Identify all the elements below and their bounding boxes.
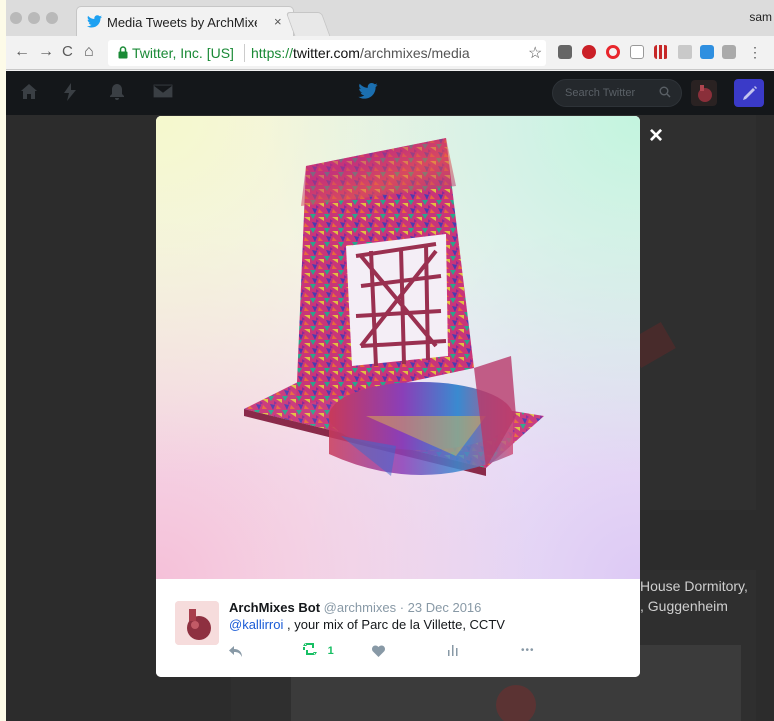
tweet-timestamp[interactable]: 23 Dec 2016 — [408, 600, 482, 615]
twitter-bird-icon — [87, 15, 102, 28]
browser-toolbar: ← → C ⌂ Twitter, Inc. [US] https://twitt… — [6, 36, 774, 70]
account-avatar[interactable] — [691, 80, 717, 106]
tweet-meta-separator: · — [396, 600, 408, 615]
url-separator — [244, 44, 245, 62]
pinterest-icon[interactable] — [582, 45, 596, 59]
close-modal-button[interactable]: × — [649, 124, 663, 148]
media-modal: ArchMixes Bot @archmixes · 23 Dec 2016 @… — [156, 116, 640, 677]
background-caption-line1: House Dormitory, — [640, 578, 748, 594]
robot-avatar-icon — [698, 85, 712, 102]
search-icon[interactable] — [659, 86, 671, 98]
opera-icon[interactable] — [606, 45, 620, 59]
page-icon[interactable] — [630, 45, 644, 59]
url-scheme: https:// — [251, 45, 294, 61]
text-extension-icon[interactable] — [558, 45, 572, 59]
menu-kebab-icon[interactable]: ⋮ — [748, 44, 762, 61]
drive-icon[interactable] — [678, 45, 692, 59]
reload-button[interactable]: C — [62, 43, 73, 60]
tweet-author-avatar[interactable] — [175, 601, 219, 645]
background-caption-line2: , Guggenheim — [640, 598, 728, 614]
tweet-header: ArchMixes Bot @archmixes · 23 Dec 2016 — [229, 600, 481, 615]
tweet-author-name[interactable]: ArchMixes Bot — [229, 600, 320, 615]
messages-envelope-icon[interactable] — [153, 83, 173, 99]
twitter-logo-icon[interactable] — [358, 83, 378, 99]
vimeo-icon[interactable] — [700, 45, 714, 59]
tweet-body: , your mix of Parc de la Villette, CCTV — [283, 617, 505, 632]
url-text[interactable]: https://twitter.com/archmixes/media — [251, 45, 470, 61]
tweet-card[interactable]: ArchMixes Bot @archmixes · 23 Dec 2016 @… — [156, 579, 640, 677]
search-input[interactable]: Search Twitter — [552, 79, 682, 107]
search-placeholder: Search Twitter — [565, 87, 636, 99]
new-tab-button[interactable] — [285, 12, 331, 36]
tweet-actions: 1 ••• — [229, 642, 549, 662]
robot-avatar-icon — [175, 601, 219, 645]
bookmark-star-icon[interactable]: ☆ — [528, 43, 542, 63]
home-icon[interactable] — [20, 83, 38, 101]
like-heart-icon[interactable] — [372, 645, 385, 657]
camera-icon[interactable] — [722, 45, 736, 59]
tweet-media-image[interactable] — [156, 116, 640, 579]
url-path: /archmixes/media — [359, 45, 470, 61]
moments-lightning-icon[interactable] — [64, 83, 76, 101]
tweet-author-handle[interactable]: @archmixes — [324, 600, 396, 615]
compose-quill-icon — [743, 86, 757, 100]
architecture-render-image — [244, 138, 544, 476]
retweet-count: 1 — [327, 645, 334, 657]
minimize-window-button[interactable] — [28, 12, 40, 24]
home-button[interactable]: ⌂ — [84, 43, 94, 61]
retweet-icon — [303, 643, 317, 655]
zoom-window-button[interactable] — [46, 12, 58, 24]
tweet-mention-link[interactable]: @kallirroi — [229, 617, 283, 632]
tab-close-button[interactable]: × — [274, 14, 282, 29]
retweet-button[interactable]: 1 — [302, 642, 334, 657]
bars-icon[interactable] — [654, 45, 668, 59]
tweet-text: @kallirroi , your mix of Parc de la Vill… — [229, 617, 505, 632]
compose-tweet-button[interactable] — [734, 79, 764, 107]
background-media-fragment-2 — [496, 685, 536, 721]
back-button[interactable]: ← — [14, 43, 30, 61]
analytics-bars-icon[interactable] — [447, 644, 459, 656]
tab-title: Media Tweets by ArchMixes Bot — [107, 15, 257, 30]
browser-window: Media Tweets by ArchMixes Bot × sam ← → … — [6, 0, 774, 721]
url-host: twitter.com — [293, 45, 360, 61]
forward-button[interactable]: → — [38, 43, 54, 61]
tab-strip: Media Tweets by ArchMixes Bot × sam — [6, 0, 774, 36]
notifications-bell-icon[interactable] — [109, 83, 125, 101]
twitter-nav-bar: Search Twitter — [6, 71, 774, 115]
tab-media-tweets[interactable]: Media Tweets by ArchMixes Bot × — [76, 6, 294, 36]
profile-name[interactable]: sam — [749, 10, 772, 24]
reply-icon[interactable] — [229, 646, 243, 657]
more-options-icon[interactable]: ••• — [521, 645, 535, 656]
lock-icon — [118, 46, 128, 59]
address-bar[interactable]: Twitter, Inc. [US] https://twitter.com/a… — [108, 40, 546, 66]
site-identity-label[interactable]: Twitter, Inc. [US] — [132, 45, 234, 61]
close-window-button[interactable] — [10, 12, 22, 24]
